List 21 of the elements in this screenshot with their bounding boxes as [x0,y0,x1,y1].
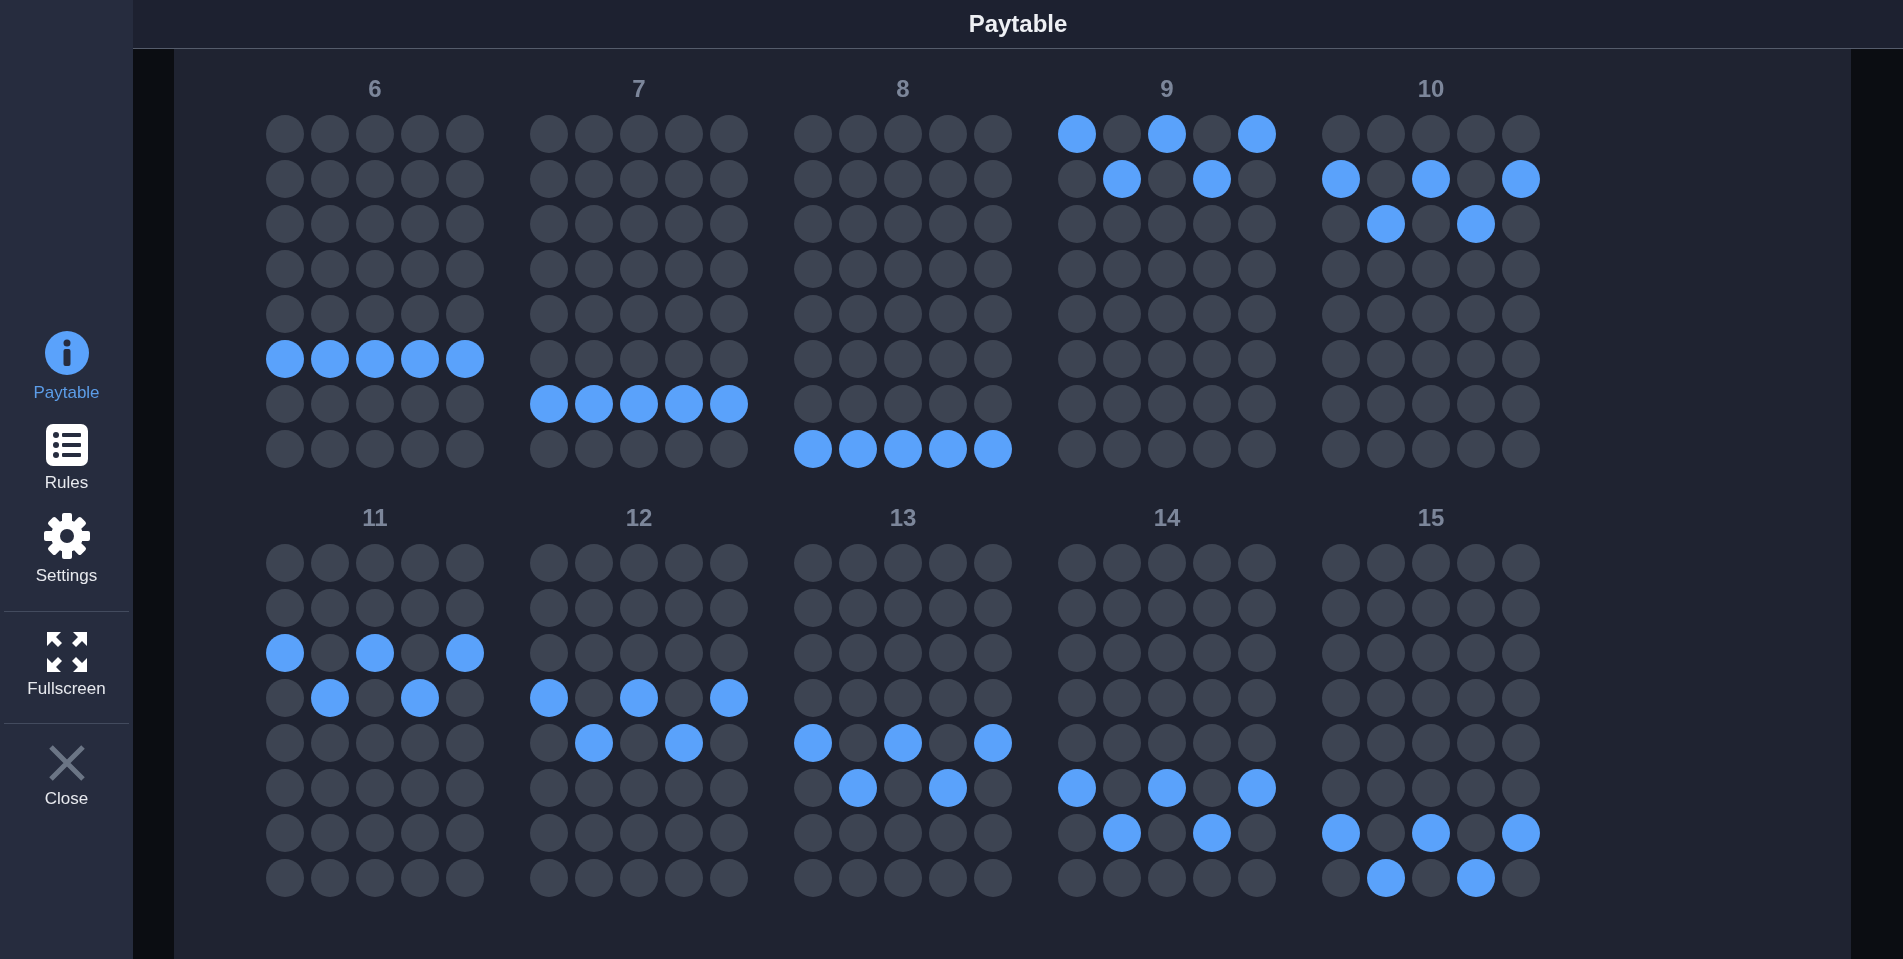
list-icon [45,423,88,466]
payline-number: 13 [889,504,917,531]
info-icon [43,330,90,376]
sidebar-item[interactable]: Settings [4,505,129,599]
payline-number: 6 [368,75,382,102]
close-icon [47,744,86,782]
sidebar-item[interactable]: Rules [4,415,129,505]
payline-number: 9 [1160,75,1174,102]
payline-number: 10 [1417,75,1445,102]
sidebar-item[interactable]: Close [4,736,129,822]
payline-number: 8 [896,75,910,102]
header-title: Paytable [968,9,1068,39]
payline-number: 7 [632,75,646,102]
payline-number: 11 [362,504,388,531]
payline-number: 14 [1153,504,1181,531]
fullscreen-icon [46,631,87,672]
settings-icon [43,513,90,559]
sidebar-item[interactable]: Fullscreen [4,623,129,711]
sidebar-item[interactable]: Paytable [4,322,129,416]
payline-number: 15 [1417,504,1445,531]
payline-number: 12 [625,504,653,531]
